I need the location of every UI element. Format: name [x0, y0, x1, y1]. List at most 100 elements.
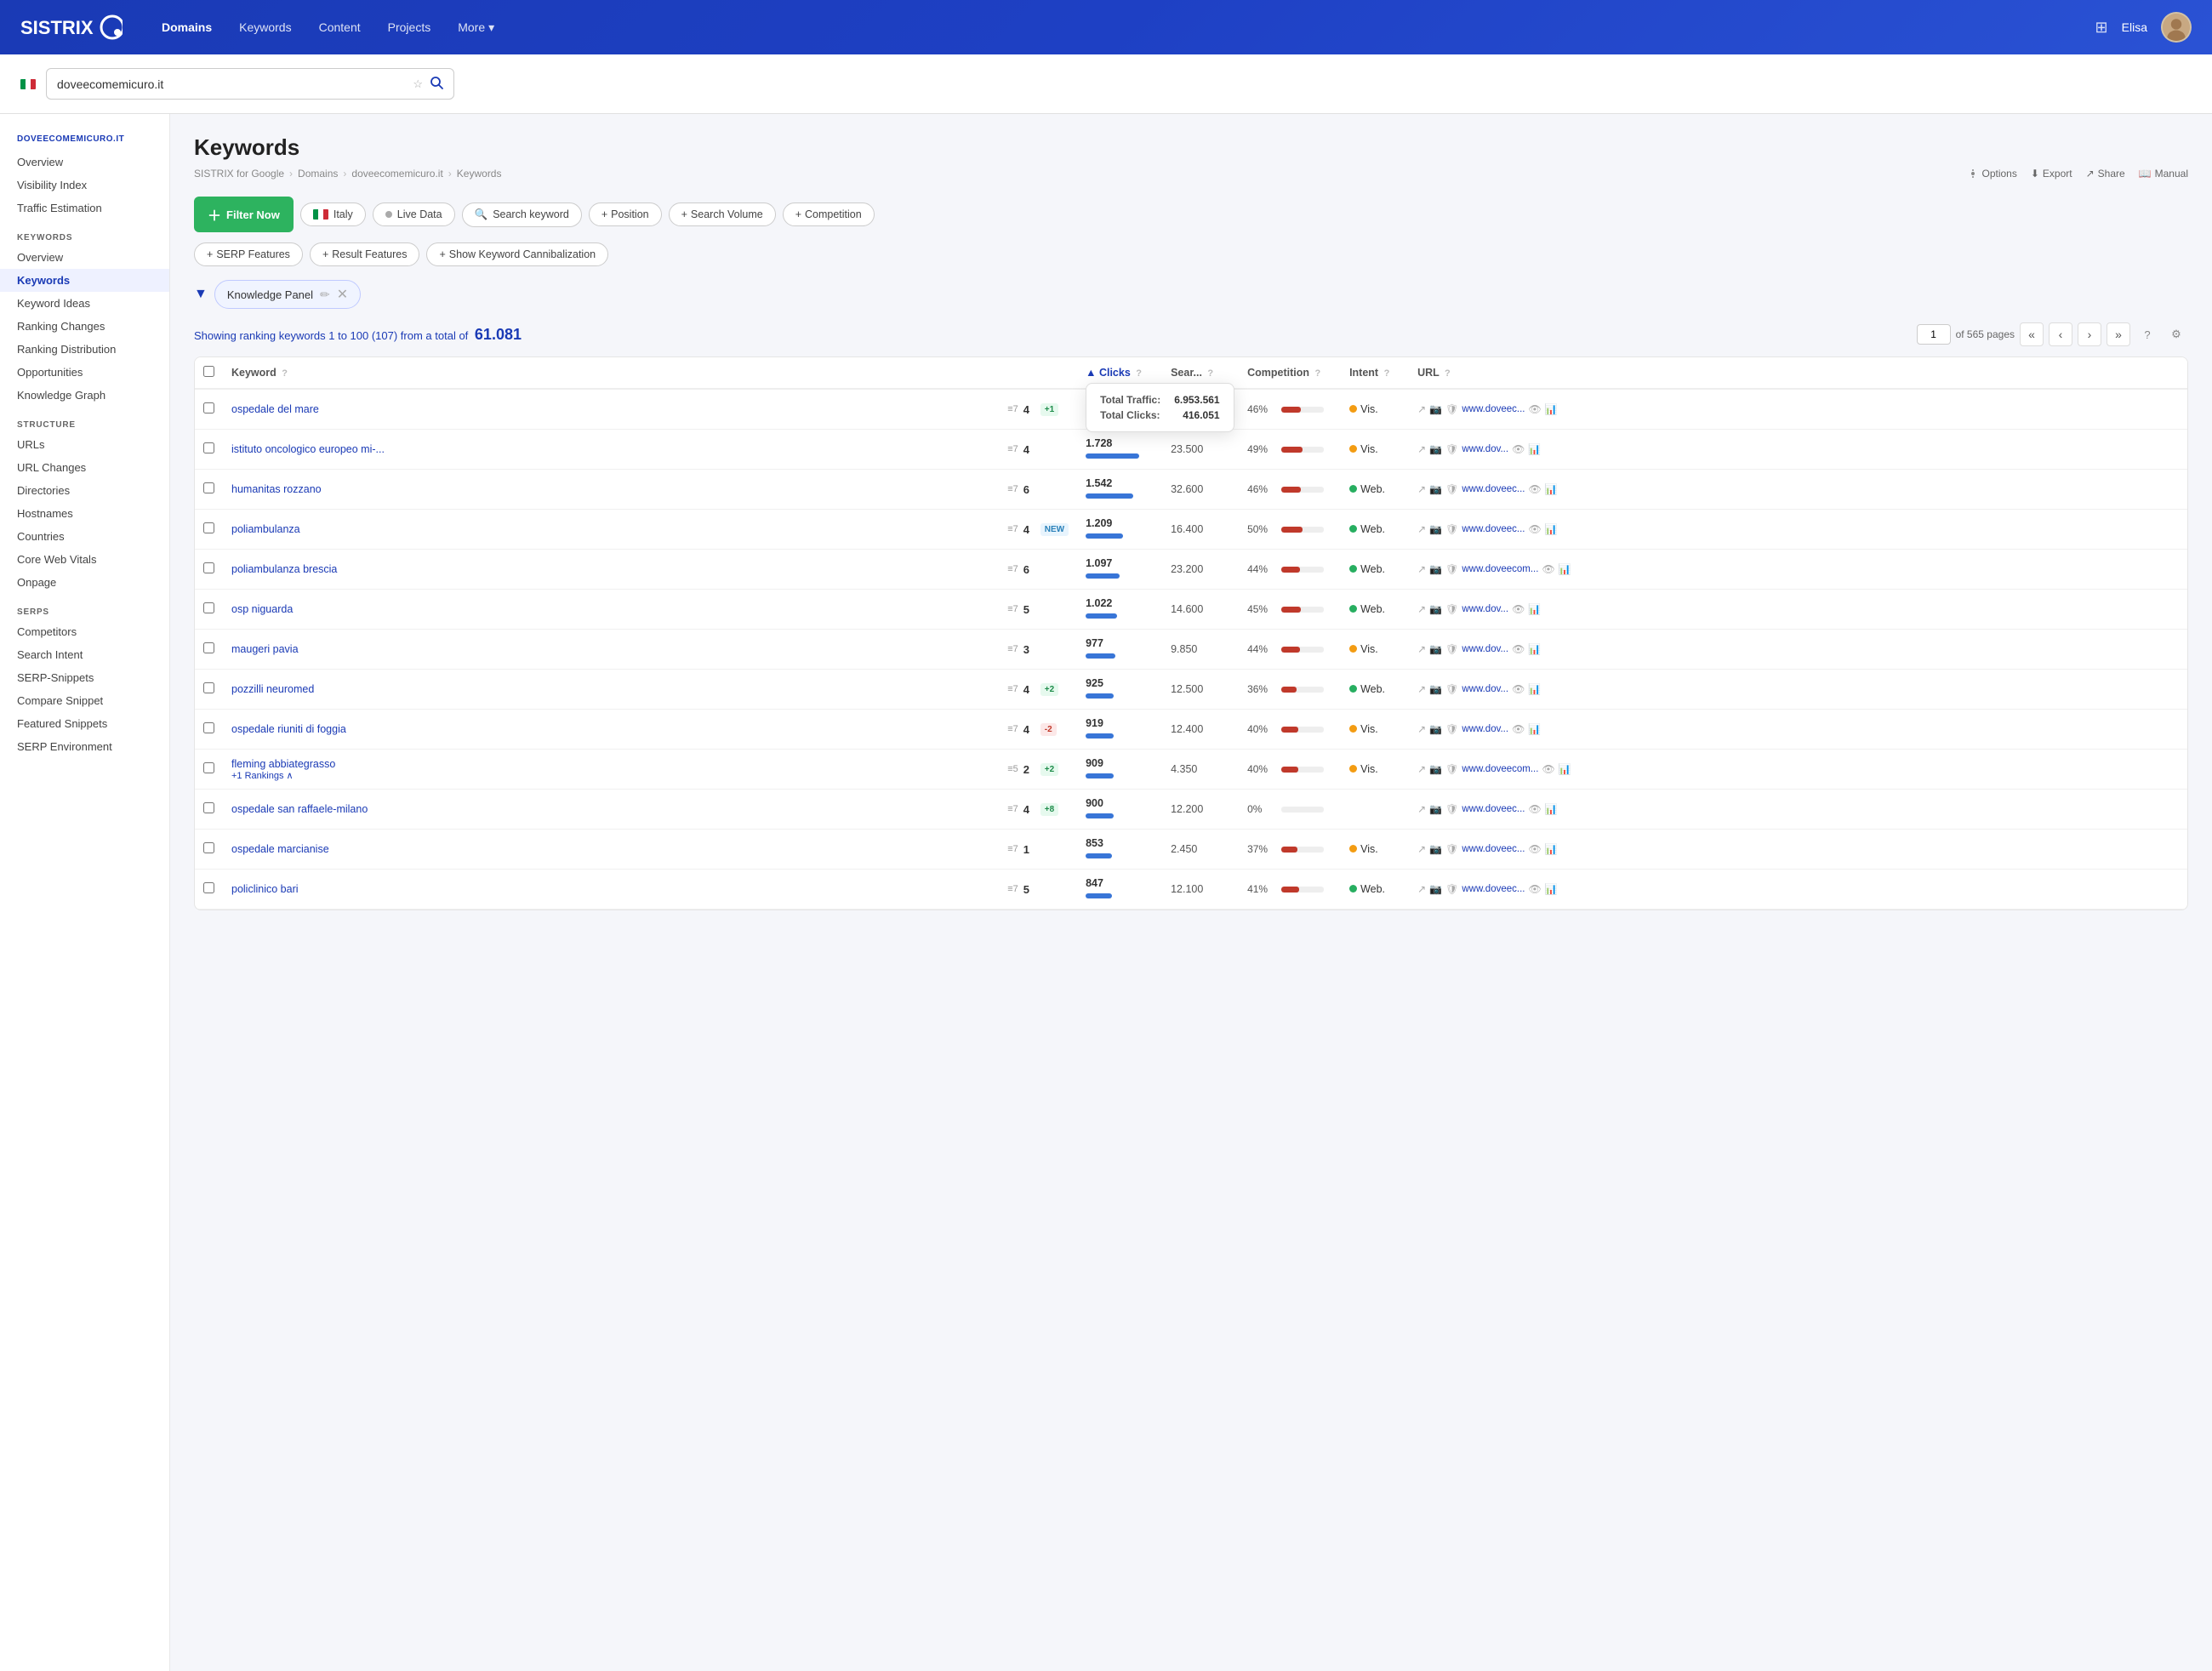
sidebar-item-ranking-changes[interactable]: Ranking Changes	[0, 315, 169, 338]
row-checkbox[interactable]	[203, 642, 214, 653]
chart-icon[interactable]: 📊	[1559, 763, 1571, 775]
settings-icon[interactable]: ⚙	[2164, 322, 2188, 346]
keyword-text[interactable]: policlinico bari	[231, 883, 299, 895]
chart-icon[interactable]: 📊	[1545, 403, 1558, 415]
page-input[interactable]	[1917, 324, 1951, 345]
keyword-text[interactable]: poliambulanza	[231, 523, 300, 535]
sidebar-item-compare-snippet[interactable]: Compare Snippet	[0, 689, 169, 712]
sidebar-item-serp-snippets[interactable]: SERP-Snippets	[0, 666, 169, 689]
export-btn[interactable]: ⬇ Export	[2031, 168, 2072, 180]
chart-icon[interactable]: 📊	[1545, 803, 1558, 815]
sidebar-item-featured-snippets[interactable]: Featured Snippets	[0, 712, 169, 735]
shield-icon[interactable]: 🛡	[1445, 683, 1458, 695]
keyword-help-icon[interactable]: ?	[282, 368, 288, 379]
breadcrumb-domain[interactable]: doveecomemicuro.it	[351, 168, 442, 180]
url-text[interactable]: www.dov...	[1462, 684, 1508, 694]
position-filter[interactable]: + Position	[589, 202, 662, 226]
external-link-icon[interactable]: ↗	[1417, 683, 1426, 695]
url-text[interactable]: www.doveecom...	[1462, 764, 1538, 774]
sidebar-item-urls[interactable]: URLs	[0, 433, 169, 456]
nav-domains[interactable]: Domains	[150, 14, 224, 42]
shield-icon[interactable]: 🛡	[1445, 763, 1458, 775]
help-icon[interactable]: ?	[2135, 322, 2159, 346]
camera-icon[interactable]: 📷	[1429, 843, 1442, 855]
url-text[interactable]: www.dov...	[1462, 724, 1508, 734]
sidebar-item-serp-environment[interactable]: SERP Environment	[0, 735, 169, 758]
th-competition[interactable]: Competition ?	[1239, 357, 1341, 389]
camera-icon[interactable]: 📷	[1429, 563, 1442, 575]
camera-icon[interactable]: 📷	[1429, 803, 1442, 815]
sidebar-item-directories[interactable]: Directories	[0, 479, 169, 502]
intent-help-icon[interactable]: ?	[1384, 368, 1390, 379]
camera-icon[interactable]: 📷	[1429, 603, 1442, 615]
sidebar-item-knowledge-graph[interactable]: Knowledge Graph	[0, 384, 169, 407]
keyword-text[interactable]: fleming abbiategrasso	[231, 758, 335, 770]
shield-icon[interactable]: 🛡	[1445, 843, 1458, 855]
sidebar-item-hostnames[interactable]: Hostnames	[0, 502, 169, 525]
result-features-chip[interactable]: + Result Features	[310, 242, 420, 266]
shield-icon[interactable]: 🛡	[1445, 883, 1458, 895]
eye-icon[interactable]: 👁	[1528, 843, 1541, 855]
page-prev-btn[interactable]: ‹	[2049, 322, 2072, 346]
share-btn[interactable]: ↗ Share	[2086, 168, 2125, 180]
chart-icon[interactable]: 📊	[1559, 563, 1571, 575]
page-first-btn[interactable]: «	[2020, 322, 2044, 346]
shield-icon[interactable]: 🛡	[1445, 803, 1458, 815]
chart-icon[interactable]: 📊	[1545, 883, 1558, 895]
eye-icon[interactable]: 👁	[1512, 643, 1525, 655]
shield-icon[interactable]: 🛡	[1445, 483, 1458, 495]
th-clicks[interactable]: ▲ Clicks ? Total Traffic: 6.953.561 T	[1077, 357, 1162, 389]
eye-icon[interactable]: 👁	[1512, 603, 1525, 615]
eye-icon[interactable]: 👁	[1542, 563, 1554, 575]
external-link-icon[interactable]: ↗	[1417, 643, 1426, 655]
chart-icon[interactable]: 📊	[1545, 483, 1558, 495]
external-link-icon[interactable]: ↗	[1417, 843, 1426, 855]
chart-icon[interactable]: 📊	[1528, 603, 1541, 615]
sidebar-item-traffic[interactable]: Traffic Estimation	[0, 197, 169, 220]
url-text[interactable]: www.doveec...	[1462, 524, 1525, 534]
row-checkbox[interactable]	[203, 842, 214, 853]
edit-filter-icon[interactable]: ✏	[320, 288, 330, 302]
breadcrumb-sistrix[interactable]: SISTRIX for Google	[194, 168, 284, 180]
url-text[interactable]: www.dov...	[1462, 644, 1508, 654]
sidebar-item-core-web[interactable]: Core Web Vitals	[0, 548, 169, 571]
shield-icon[interactable]: 🛡	[1445, 723, 1458, 735]
url-text[interactable]: www.doveec...	[1462, 844, 1525, 854]
camera-icon[interactable]: 📷	[1429, 723, 1442, 735]
close-filter-icon[interactable]: ✕	[337, 286, 348, 303]
keyword-text[interactable]: istituto oncologico europeo mi-...	[231, 443, 385, 455]
camera-icon[interactable]: 📷	[1429, 443, 1442, 455]
eye-icon[interactable]: 👁	[1512, 723, 1525, 735]
camera-icon[interactable]: 📷	[1429, 763, 1442, 775]
camera-icon[interactable]: 📷	[1429, 643, 1442, 655]
keyword-text[interactable]: ospedale marcianise	[231, 843, 329, 855]
chart-icon[interactable]: 📊	[1545, 523, 1558, 535]
row-checkbox[interactable]	[203, 522, 214, 533]
keyword-text[interactable]: osp niguarda	[231, 603, 293, 615]
sidebar-item-overview[interactable]: Overview	[0, 151, 169, 174]
keyword-text[interactable]: poliambulanza brescia	[231, 563, 337, 575]
breadcrumb-domains[interactable]: Domains	[298, 168, 338, 180]
grid-icon[interactable]: ⊞	[2095, 19, 2108, 37]
eye-icon[interactable]: 👁	[1528, 523, 1541, 535]
nav-more[interactable]: More ▾	[446, 14, 506, 42]
chart-icon[interactable]: 📊	[1528, 723, 1541, 735]
star-icon[interactable]: ☆	[413, 77, 423, 91]
nav-keywords[interactable]: Keywords	[227, 14, 303, 42]
chart-icon[interactable]: 📊	[1545, 843, 1558, 855]
serp-features-chip[interactable]: + SERP Features	[194, 242, 303, 266]
nav-content[interactable]: Content	[307, 14, 373, 42]
shield-icon[interactable]: 🛡	[1445, 603, 1458, 615]
avatar[interactable]	[2161, 12, 2192, 43]
external-link-icon[interactable]: ↗	[1417, 883, 1426, 895]
camera-icon[interactable]: 📷	[1429, 683, 1442, 695]
external-link-icon[interactable]: ↗	[1417, 803, 1426, 815]
eye-icon[interactable]: 👁	[1528, 803, 1541, 815]
sidebar-item-competitors[interactable]: Competitors	[0, 620, 169, 643]
external-link-icon[interactable]: ↗	[1417, 763, 1426, 775]
eye-icon[interactable]: 👁	[1528, 403, 1541, 415]
page-next-btn[interactable]: ›	[2078, 322, 2101, 346]
shield-icon[interactable]: 🛡	[1445, 563, 1458, 575]
keyword-text[interactable]: ospedale san raffaele-milano	[231, 803, 368, 815]
chart-icon[interactable]: 📊	[1528, 443, 1541, 455]
